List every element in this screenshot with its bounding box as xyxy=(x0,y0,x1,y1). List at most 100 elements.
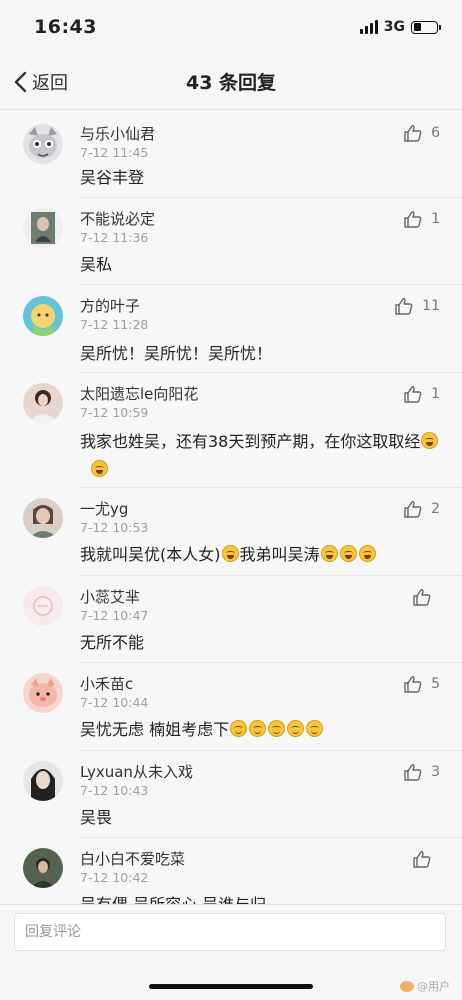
reply-item: 不能说必定 7-12 11:36 吴私 1 xyxy=(0,198,462,285)
avatar[interactable] xyxy=(23,208,63,248)
avatar[interactable] xyxy=(23,383,63,423)
thumbs-up-icon xyxy=(404,676,422,693)
timestamp: 7-12 11:36 xyxy=(80,230,149,245)
thumbs-up-icon xyxy=(404,386,422,403)
like-count: 5 xyxy=(431,676,440,692)
username[interactable]: 方的叶子 xyxy=(80,295,140,316)
reply-content: 吴私 xyxy=(80,255,113,274)
network-type: 3G xyxy=(383,19,405,35)
back-label: 返回 xyxy=(32,73,68,94)
reply-item: 与乐小仙君 7-12 11:45 吴谷丰登 6 xyxy=(0,112,462,198)
like-count: 11 xyxy=(422,298,440,314)
back-button[interactable]: 返回 xyxy=(12,66,68,98)
watermark: @用户 xyxy=(400,978,450,994)
timestamp: 7-12 10:44 xyxy=(80,695,149,710)
thumbs-up-icon xyxy=(413,851,431,868)
like-count: 1 xyxy=(431,386,440,402)
username[interactable]: Lyxuan从未入戏 xyxy=(80,761,193,782)
status-bar: 16:43 3G xyxy=(0,0,462,54)
timestamp: 7-12 11:45 xyxy=(80,145,149,160)
reply-content: 吴有偶 吴所容心 吴谁与归 xyxy=(80,891,442,904)
reply-content: 我就叫吴优(本人女) 我弟叫吴涛 xyxy=(80,541,442,569)
avatar[interactable] xyxy=(23,848,63,888)
status-time: 16:43 xyxy=(34,16,97,38)
watermark-text: @用户 xyxy=(417,980,450,993)
like-count: 3 xyxy=(431,764,440,780)
reply-content: 吴谷丰登 xyxy=(80,168,145,187)
avatar[interactable] xyxy=(23,761,63,801)
avatar[interactable] xyxy=(23,673,63,713)
reply-content: 吴忧无虑 楠姐考虑下 xyxy=(80,716,442,744)
avatar[interactable] xyxy=(23,296,63,336)
reply-item: 小禾苗c 7-12 10:44 吴忧无虑 楠姐考虑下 5 xyxy=(0,663,462,751)
like-button[interactable]: 2 xyxy=(403,500,440,518)
weibo-logo-icon xyxy=(400,980,414,992)
username[interactable]: 太阳遗忘le向阳花 xyxy=(80,383,198,404)
laughing-emoji-icon xyxy=(358,545,376,562)
home-indicator[interactable] xyxy=(149,984,313,989)
thumbs-up-icon xyxy=(413,589,431,606)
smile-emoji-icon xyxy=(249,720,267,737)
smile-emoji-icon xyxy=(287,720,305,737)
reply-item: 太阳遗忘le向阳花 7-12 10:59 我家也姓吴，还有38天到预产期，在你这… xyxy=(0,373,462,488)
reply-content: 吴所忧！吴所忧！吴所忧！ xyxy=(80,344,273,363)
avatar[interactable] xyxy=(23,498,63,538)
username[interactable]: 白小白不爱吃菜 xyxy=(80,848,185,869)
avatar[interactable] xyxy=(23,124,63,164)
smile-emoji-icon xyxy=(268,720,286,737)
reply-item: Lyxuan从未入戏 7-12 10:43 吴畏 3 xyxy=(0,751,462,838)
nav-bar: 返回 43 条回复 xyxy=(0,54,462,110)
laughing-emoji-icon xyxy=(339,545,357,562)
battery-icon xyxy=(411,20,441,34)
like-button[interactable] xyxy=(412,588,440,606)
laughing-emoji-icon xyxy=(421,432,439,449)
like-button[interactable]: 6 xyxy=(403,124,440,142)
timestamp: 7-12 10:42 xyxy=(80,870,149,885)
like-button[interactable]: 11 xyxy=(394,297,440,315)
username[interactable]: 小蕊艾芈 xyxy=(80,586,140,607)
laughing-emoji-icon xyxy=(221,545,239,562)
reply-item: 一尤yg 7-12 10:53 我就叫吴优(本人女) 我弟叫吴涛 2 xyxy=(0,488,462,576)
smile-emoji-icon xyxy=(230,720,248,737)
timestamp: 7-12 10:43 xyxy=(80,783,149,798)
reply-text: 我就叫吴优(本人女) xyxy=(80,545,221,564)
reply-content: 我家也姓吴，还有38天到预产期，在你这取取经 xyxy=(80,428,442,484)
like-button[interactable]: 1 xyxy=(403,385,440,403)
username[interactable]: 一尤yg xyxy=(80,498,128,519)
like-button[interactable]: 3 xyxy=(403,763,440,781)
reply-item: 白小白不爱吃菜 7-12 10:42 吴有偶 吴所容心 吴谁与归 xyxy=(0,838,462,904)
reply-content: 吴畏 xyxy=(80,808,113,827)
username[interactable]: 不能说必定 xyxy=(80,208,155,229)
reply-content: 无所不能 xyxy=(80,633,145,652)
timestamp: 7-12 10:59 xyxy=(80,405,149,420)
like-count: 6 xyxy=(431,125,440,141)
like-count: 2 xyxy=(431,501,440,517)
thumbs-up-icon xyxy=(404,764,422,781)
smile-emoji-icon xyxy=(306,720,324,737)
avatar[interactable] xyxy=(23,586,63,626)
reply-text: 我弟叫吴涛 xyxy=(239,545,320,564)
like-button[interactable]: 5 xyxy=(403,675,440,693)
username[interactable]: 小禾苗c xyxy=(80,673,133,694)
thumbs-up-icon xyxy=(395,298,413,315)
laughing-emoji-icon xyxy=(320,545,338,562)
like-button[interactable] xyxy=(412,850,440,868)
reply-item: 方的叶子 7-12 11:28 吴所忧！吴所忧！吴所忧！ 11 xyxy=(0,285,462,373)
username[interactable]: 与乐小仙君 xyxy=(80,123,155,144)
status-indicators: 3G xyxy=(359,19,441,35)
thumbs-up-icon xyxy=(404,501,422,518)
reply-list: 与乐小仙君 7-12 11:45 吴谷丰登 6 不能说必定 7-12 11:36… xyxy=(0,112,462,904)
laughing-emoji-icon xyxy=(91,460,108,477)
timestamp: 7-12 10:53 xyxy=(80,520,149,535)
signal-icon xyxy=(359,20,378,34)
reply-item: 小蕊艾芈 7-12 10:47 无所不能 xyxy=(0,576,462,663)
reply-text: 吴忧无虑 楠姐考虑下 xyxy=(80,720,230,739)
timestamp: 7-12 11:28 xyxy=(80,317,149,332)
thumbs-up-icon xyxy=(404,125,422,142)
reply-comment-input[interactable]: 回复评论 xyxy=(14,913,446,951)
chevron-left-icon xyxy=(14,71,27,93)
like-count: 1 xyxy=(431,211,440,227)
reply-text: 我家也姓吴，还有38天到预产期，在你这取取经 xyxy=(80,432,421,451)
like-button[interactable]: 1 xyxy=(403,210,440,228)
timestamp: 7-12 10:47 xyxy=(80,608,149,623)
